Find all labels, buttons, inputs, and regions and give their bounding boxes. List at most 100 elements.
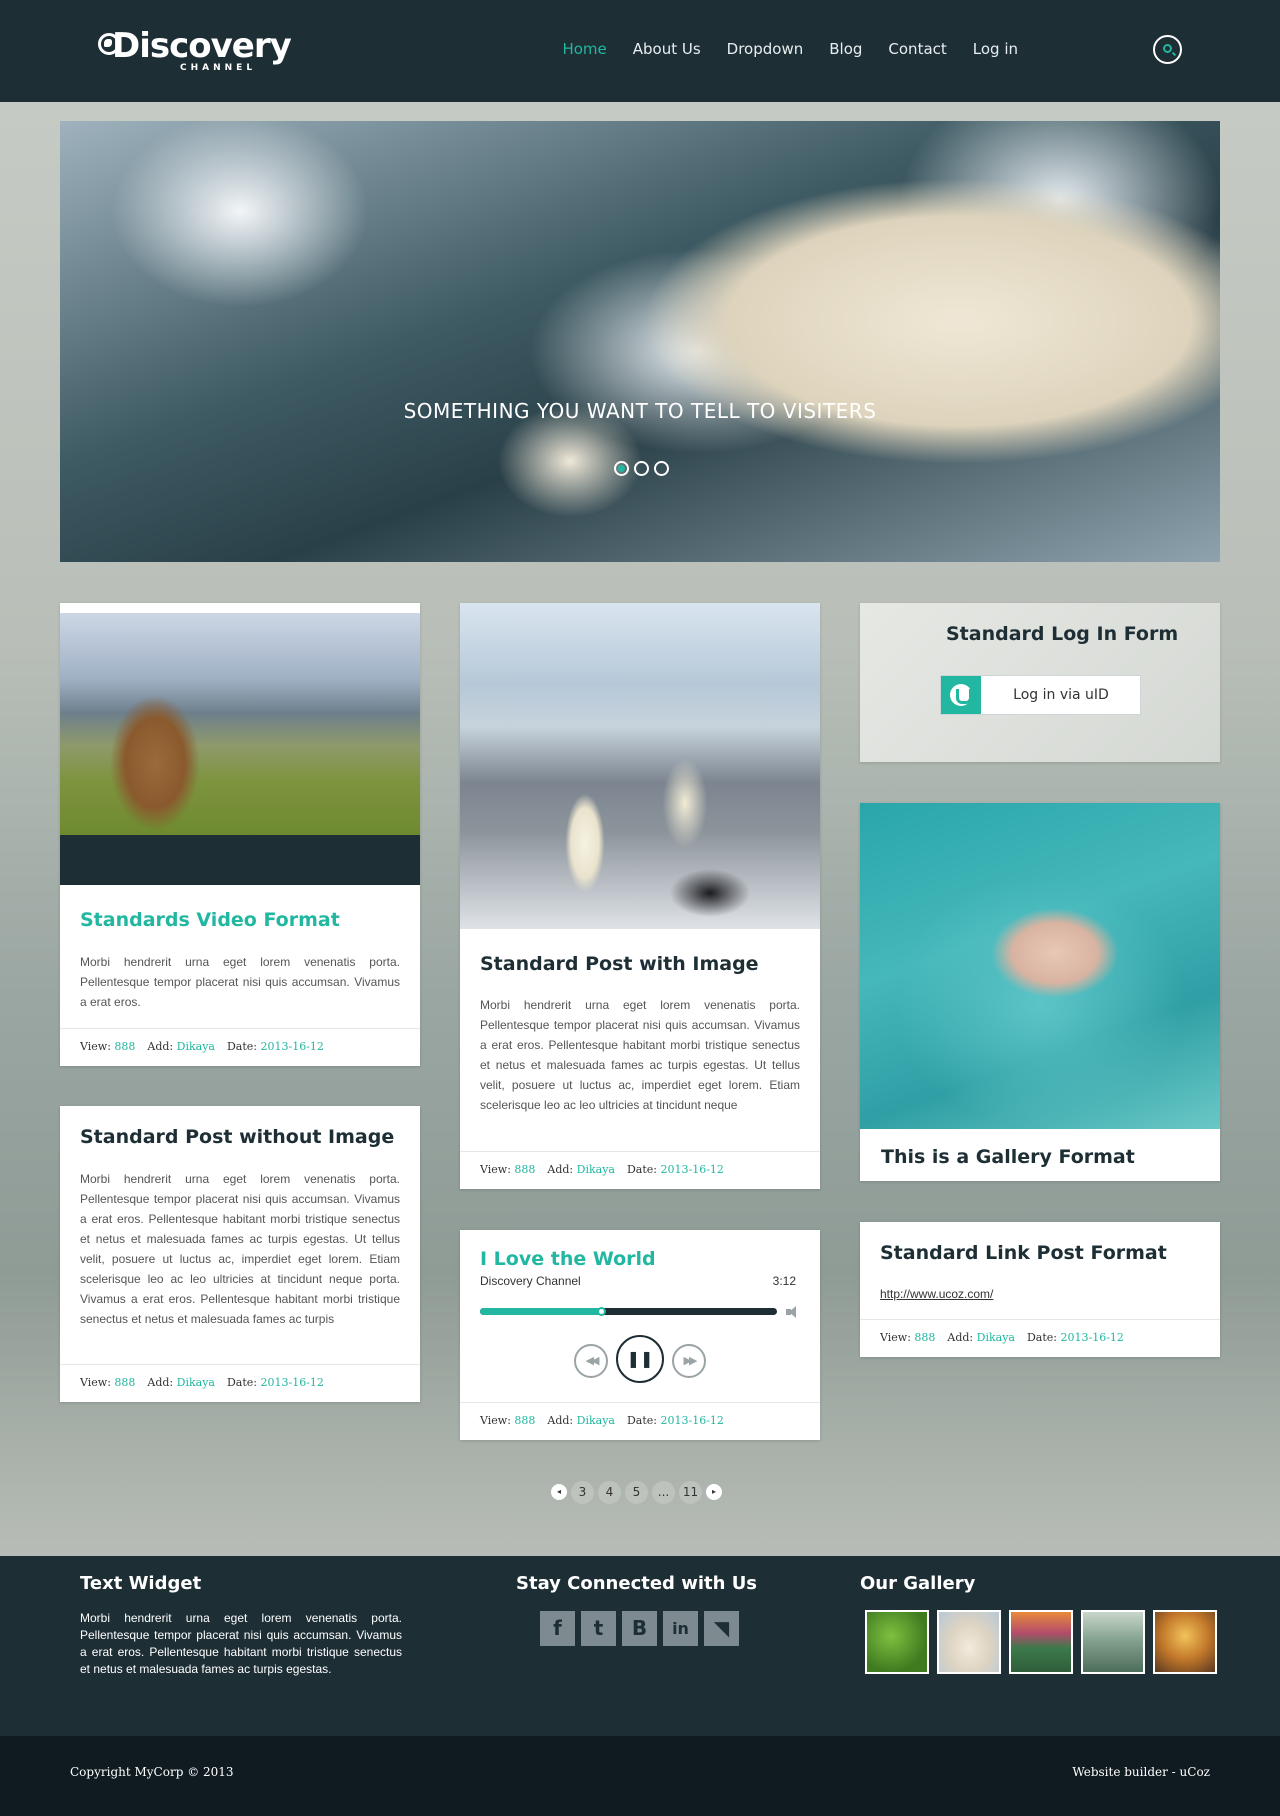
post-date: 2013-16-12 [1060,1331,1124,1344]
page-ellipsis: ... [652,1481,675,1504]
video-bar [60,835,420,885]
linkedin-icon[interactable]: in [663,1611,698,1646]
vk-icon[interactable]: B [622,1611,657,1646]
post-card-link: Standard Link Post Format http://www.uco… [860,1222,1220,1357]
pause-button[interactable]: ❚❚ [616,1335,664,1383]
rss-icon[interactable]: ◥ [704,1611,739,1646]
post-card-with-image: Standard Post with Image Morbi hendrerit… [460,603,820,1189]
post-meta: View: 888 Add: Dikaya Date: 2013-16-12 [60,1028,420,1066]
views-count: 888 [514,1414,536,1427]
swimming-pig-image[interactable] [860,803,1220,1129]
author-link[interactable]: Dikaya [577,1414,615,1427]
prev-page-button[interactable]: ◂ [551,1484,567,1500]
facebook-icon[interactable]: f [540,1611,575,1646]
previous-button[interactable]: ◀◀ [574,1344,608,1378]
gallery-thumb-forest[interactable] [1081,1610,1145,1674]
nav-about-us[interactable]: About Us [633,40,701,58]
views-count: 888 [114,1376,136,1389]
post-date: 2013-16-12 [260,1376,324,1389]
views-count: 888 [114,1040,136,1053]
nav-home[interactable]: Home [562,40,606,58]
post-excerpt: Morbi hendrerit urna eget lorem venenati… [80,1172,400,1326]
gallery-thumb-bears[interactable] [937,1610,1001,1674]
site-footer: Text Widget Morbi hendrerit urna eget lo… [0,1556,1280,1736]
pagination: ◂ 3 4 5 ... 11 ▸ [551,1481,722,1504]
search-button[interactable] [1153,35,1182,64]
post-card-gallery: This is a Gallery Format [860,803,1220,1181]
logo-text: Discovery [112,26,292,66]
post-date: 2013-16-12 [660,1414,724,1427]
slider-dot-3[interactable] [654,461,669,476]
nav-contact[interactable]: Contact [888,40,946,58]
search-icon [1163,44,1172,53]
post-title[interactable]: This is a Gallery Format [881,1146,1135,1168]
post-date: 2013-16-12 [660,1163,724,1176]
text-widget-title: Text Widget [80,1573,202,1594]
author-link[interactable]: Dikaya [577,1163,615,1176]
slider-dots [614,461,669,476]
next-button[interactable]: ▶▶ [672,1344,706,1378]
author-link[interactable]: Dikaya [177,1040,215,1053]
login-uid-label: Log in via uID [1013,687,1109,703]
post-excerpt: Morbi hendrerit urna eget lorem venenati… [480,998,800,1112]
post-link-url[interactable]: http://www.ucoz.com/ [880,1287,993,1301]
progress-handle[interactable] [596,1307,606,1316]
views-count: 888 [914,1331,936,1344]
rewind-icon: ◀◀ [585,1354,600,1367]
login-uid-button[interactable]: Log in via uID [940,675,1141,715]
login-widget: Standard Log In Form Log in via uID [860,603,1220,762]
post-title[interactable]: Standard Post with Image [480,953,759,975]
slider-dot-2[interactable] [634,461,649,476]
post-meta: View: 888 Add: Dikaya Date: 2013-16-12 [460,1402,820,1440]
pause-icon: ❚❚ [626,1349,654,1368]
footer-gallery [865,1610,1217,1674]
post-card-video: Standards Video Format Morbi hendrerit u… [60,603,420,1066]
page-link[interactable]: 3 [571,1481,594,1504]
gallery-thumb-landscape[interactable] [1009,1610,1073,1674]
post-date: 2013-16-12 [260,1040,324,1053]
audio-player-card: I Love the World Discovery Channel 3:12 … [460,1230,820,1440]
gallery-thumb-deer[interactable] [1153,1610,1217,1674]
post-meta: View: 888 Add: Dikaya Date: 2013-16-12 [60,1364,420,1402]
fast-forward-icon: ▶▶ [683,1354,698,1367]
track-duration: 3:12 [772,1274,796,1288]
next-page-button[interactable]: ▸ [706,1484,722,1500]
author-link[interactable]: Dikaya [177,1376,215,1389]
slider-dot-1[interactable] [614,461,629,476]
site-header: Discovery CHANNEL Home About Us Dropdown… [0,0,1280,102]
hero-slider[interactable]: SOMETHING YOU WANT TO TELL TO VISITERS [60,121,1220,562]
text-widget-body: Morbi hendrerit urna eget lorem venenati… [80,1611,402,1676]
volume-icon[interactable] [786,1305,802,1319]
nav-log-in[interactable]: Log in [973,40,1018,58]
social-widget-title: Stay Connected with Us [516,1573,758,1594]
twitter-icon[interactable]: t [581,1611,616,1646]
nav-blog[interactable]: Blog [829,40,862,58]
gallery-thumb-leaf[interactable] [865,1610,929,1674]
progress-fill [480,1308,602,1315]
main-nav: Home About Us Dropdown Blog Contact Log … [536,40,1018,58]
social-links: f t B in ◥ [540,1611,739,1646]
page-link[interactable]: 5 [625,1481,648,1504]
post-card-no-image: Standard Post without Image Morbi hendre… [60,1106,420,1402]
post-meta: View: 888 Add: Dikaya Date: 2013-16-12 [460,1151,820,1189]
page-link[interactable]: 11 [679,1481,702,1504]
post-title[interactable]: Standard Post without Image [80,1126,394,1148]
logo-subtitle: CHANNEL [180,63,257,73]
page-link[interactable]: 4 [598,1481,621,1504]
copyright-text: Copyright MyCorp © 2013 [70,1765,234,1779]
progress-bar[interactable] [480,1307,777,1316]
penguins-image[interactable] [460,603,820,929]
login-title: Standard Log In Form [946,623,1179,645]
author-link[interactable]: Dikaya [977,1331,1015,1344]
nav-dropdown[interactable]: Dropdown [727,40,804,58]
builder-link[interactable]: Website builder - uCoz [1072,1765,1210,1779]
slide-caption: SOMETHING YOU WANT TO TELL TO VISITERS [403,399,877,423]
post-title[interactable]: Standards Video Format [80,909,340,931]
post-meta: View: 888 Add: Dikaya Date: 2013-16-12 [860,1319,1220,1357]
post-excerpt: Morbi hendrerit urna eget lorem venenati… [80,955,400,1009]
post-title[interactable]: Standard Link Post Format [880,1242,1167,1264]
uid-icon [941,676,981,714]
discovery-logo[interactable]: Discovery CHANNEL [98,26,298,74]
track-title[interactable]: I Love the World [480,1248,656,1270]
video-thumbnail[interactable] [60,613,420,885]
